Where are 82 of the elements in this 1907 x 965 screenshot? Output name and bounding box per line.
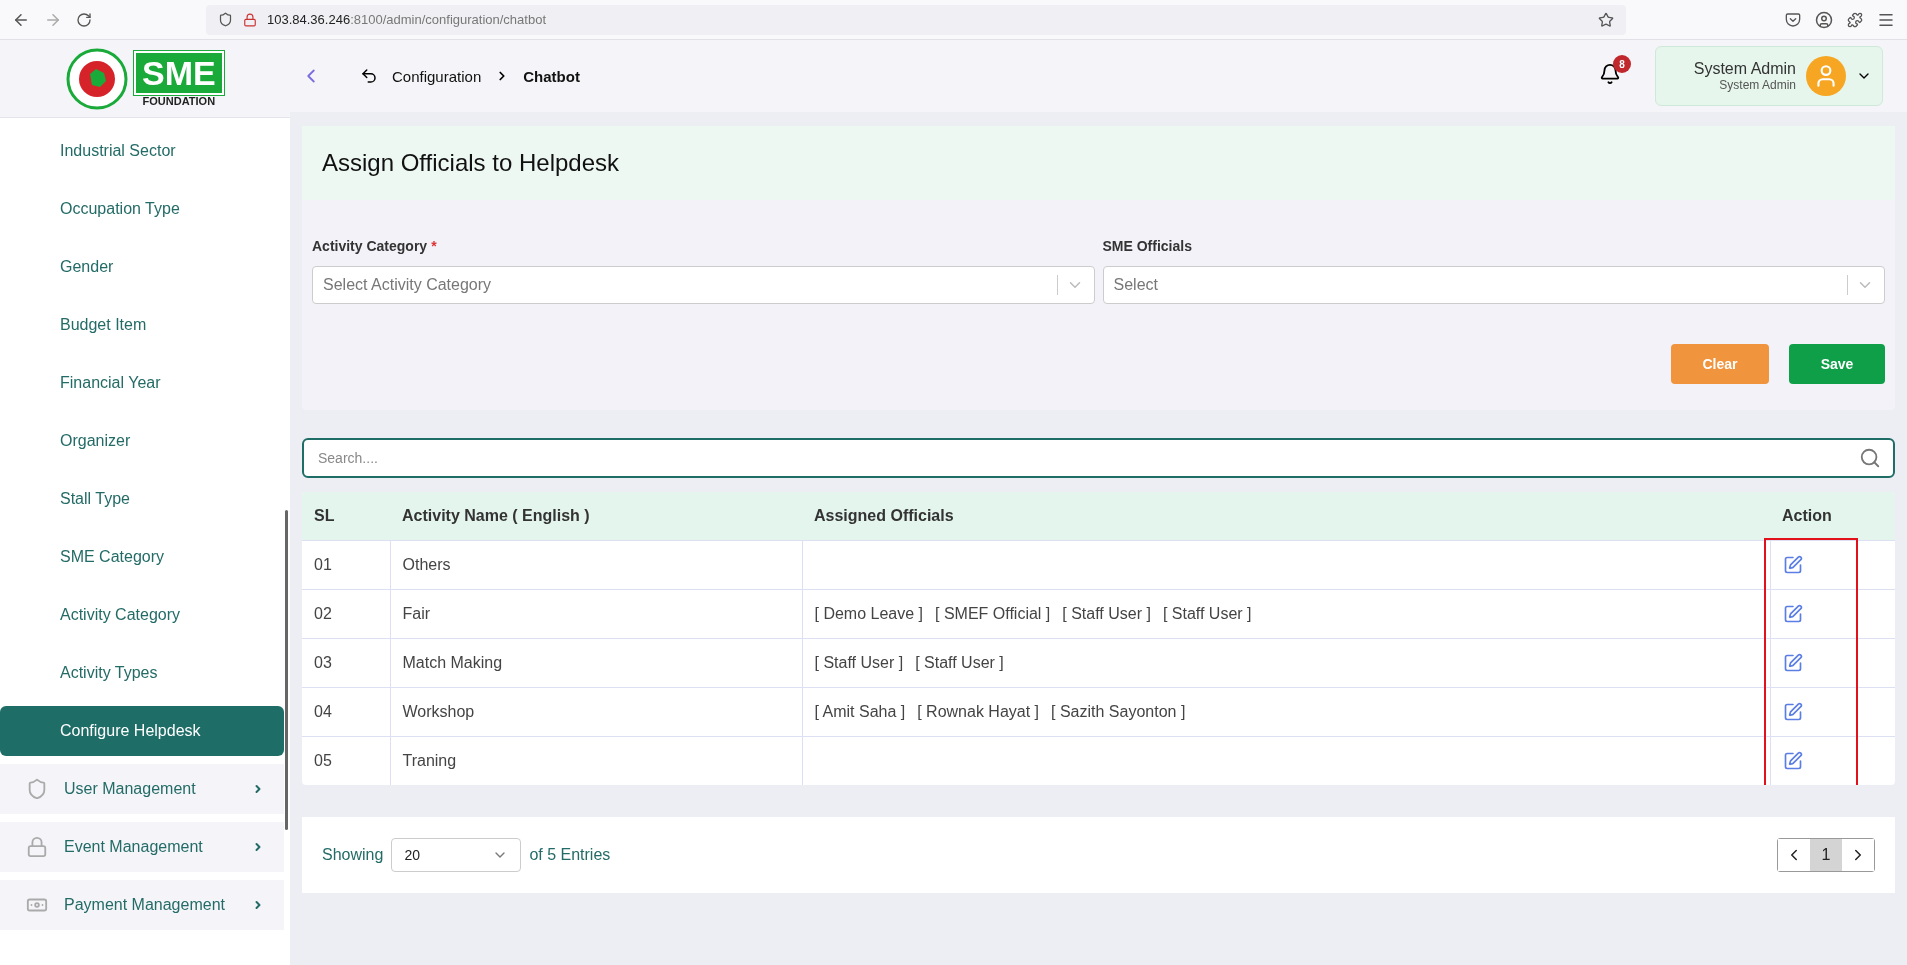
select-placeholder: Select [1113,276,1159,294]
lock-icon [26,836,48,858]
bookmark-star-icon[interactable] [1598,11,1614,28]
extensions-icon[interactable] [1847,11,1863,28]
table-cell: 02 [302,589,390,638]
official-name: [ Rownak Hayat ] [917,702,1040,721]
breadcrumb-item[interactable]: Configuration [392,67,482,85]
sidebar-group-label: Event Management [64,838,204,856]
bell-icon[interactable] [1599,63,1621,85]
url-host: 103.84.36.246 [267,12,351,27]
page-button[interactable]: 1 [1810,839,1842,871]
table-cell: Workshop [390,687,802,736]
sidebar-group-label: Payment Management [64,896,226,914]
pocket-icon[interactable] [1785,11,1801,28]
sidebar-item[interactable]: Activity Category [0,590,284,640]
edit-button[interactable] [1782,701,1803,722]
official-name: [ Demo Leave ] [814,604,923,623]
table-cell: Others [390,540,802,589]
address-bar[interactable]: 103.84.36.246:8100/admin/configuration/chatbot [206,4,1626,35]
edit-button[interactable] [1782,652,1803,673]
official-name: [ Staff User ] [1162,604,1252,623]
page-size-select[interactable]: 20 [391,838,522,872]
sidebar-item[interactable]: Configure Helpdesk [0,706,284,756]
column-header: Assigned Officials [802,492,1770,540]
search-field[interactable]: Search.... [302,438,1895,478]
logo-tagline: FOUNDATION [142,94,216,107]
field-label: Activity Category * [312,238,438,254]
emblem-icon [66,47,128,110]
notification-count: 8 [1613,55,1631,73]
showing-label: Showing [322,846,384,864]
user-role: System Admin [1719,78,1796,92]
official-name: [ Staff User ] [814,653,904,672]
reload-icon[interactable] [76,11,92,28]
select-field[interactable]: Select [1102,266,1885,304]
table-cell: Fair [390,589,802,638]
official-name: [ Staff User ] [915,653,1004,672]
entries-label: of 5 Entries [529,846,611,864]
profile-menu[interactable]: System Admin System Admin [1655,46,1883,106]
save-button[interactable]: Save [1789,344,1885,384]
table-cell: 03 [302,638,390,687]
sidebar-item[interactable]: Stall Type [0,474,284,524]
sidebar-item[interactable]: Industrial Sector [0,126,284,176]
account-icon[interactable] [1815,10,1833,29]
url-path: :8100/admin/configuration/chatbot [350,12,546,27]
breadcrumb-item: Chatbot [523,67,580,85]
sidebar-item[interactable]: SME Category [0,532,284,582]
sidebar-item[interactable]: Organizer [0,416,284,466]
sidebar-item[interactable]: Financial Year [0,358,284,408]
back-icon[interactable] [360,67,378,85]
shield-icon [26,778,48,800]
official-name: [ Staff User ] [1062,604,1151,623]
official-name: [ Sazith Sayonton ] [1051,702,1186,721]
edit-button[interactable] [1782,603,1803,624]
user-name: System Admin [1693,60,1796,78]
sidebar-group-label: User Management [64,780,197,798]
lock-icon [243,12,257,27]
sidebar-item[interactable]: Gender [0,242,284,292]
table-cell: 04 [302,687,390,736]
column-header: Activity Name ( English ) [390,492,802,540]
official-name: [ SMEF Official ] [935,604,1051,623]
search-icon [1859,447,1881,469]
column-header: Action [1770,492,1895,540]
select-placeholder: Select Activity Category [323,276,493,294]
sidebar-group[interactable]: Event Management [0,822,284,872]
field-label: SME Officials [1102,238,1193,254]
column-header: SL [302,492,390,540]
edit-button[interactable] [1782,750,1803,771]
sidebar-group[interactable]: Payment Management [0,880,284,930]
page-title: Assign Officials to Helpdesk [302,126,1895,200]
table-cell: Traning [390,736,802,785]
shield-icon [218,12,233,27]
select-field[interactable]: Select Activity Category [312,266,1095,304]
table-cell: Match Making [390,638,802,687]
table-cell: 05 [302,736,390,785]
sidebar-item[interactable]: Activity Types [0,648,284,698]
official-name: [ Amit Saha ] [814,702,906,721]
sidebar-group[interactable]: User Management [0,764,284,814]
sidebar-item[interactable]: Budget Item [0,300,284,350]
edit-button[interactable] [1782,554,1803,575]
logo-word: SME [134,50,224,95]
sidebar-item[interactable]: Occupation Type [0,184,284,234]
table-cell: 01 [302,540,390,589]
